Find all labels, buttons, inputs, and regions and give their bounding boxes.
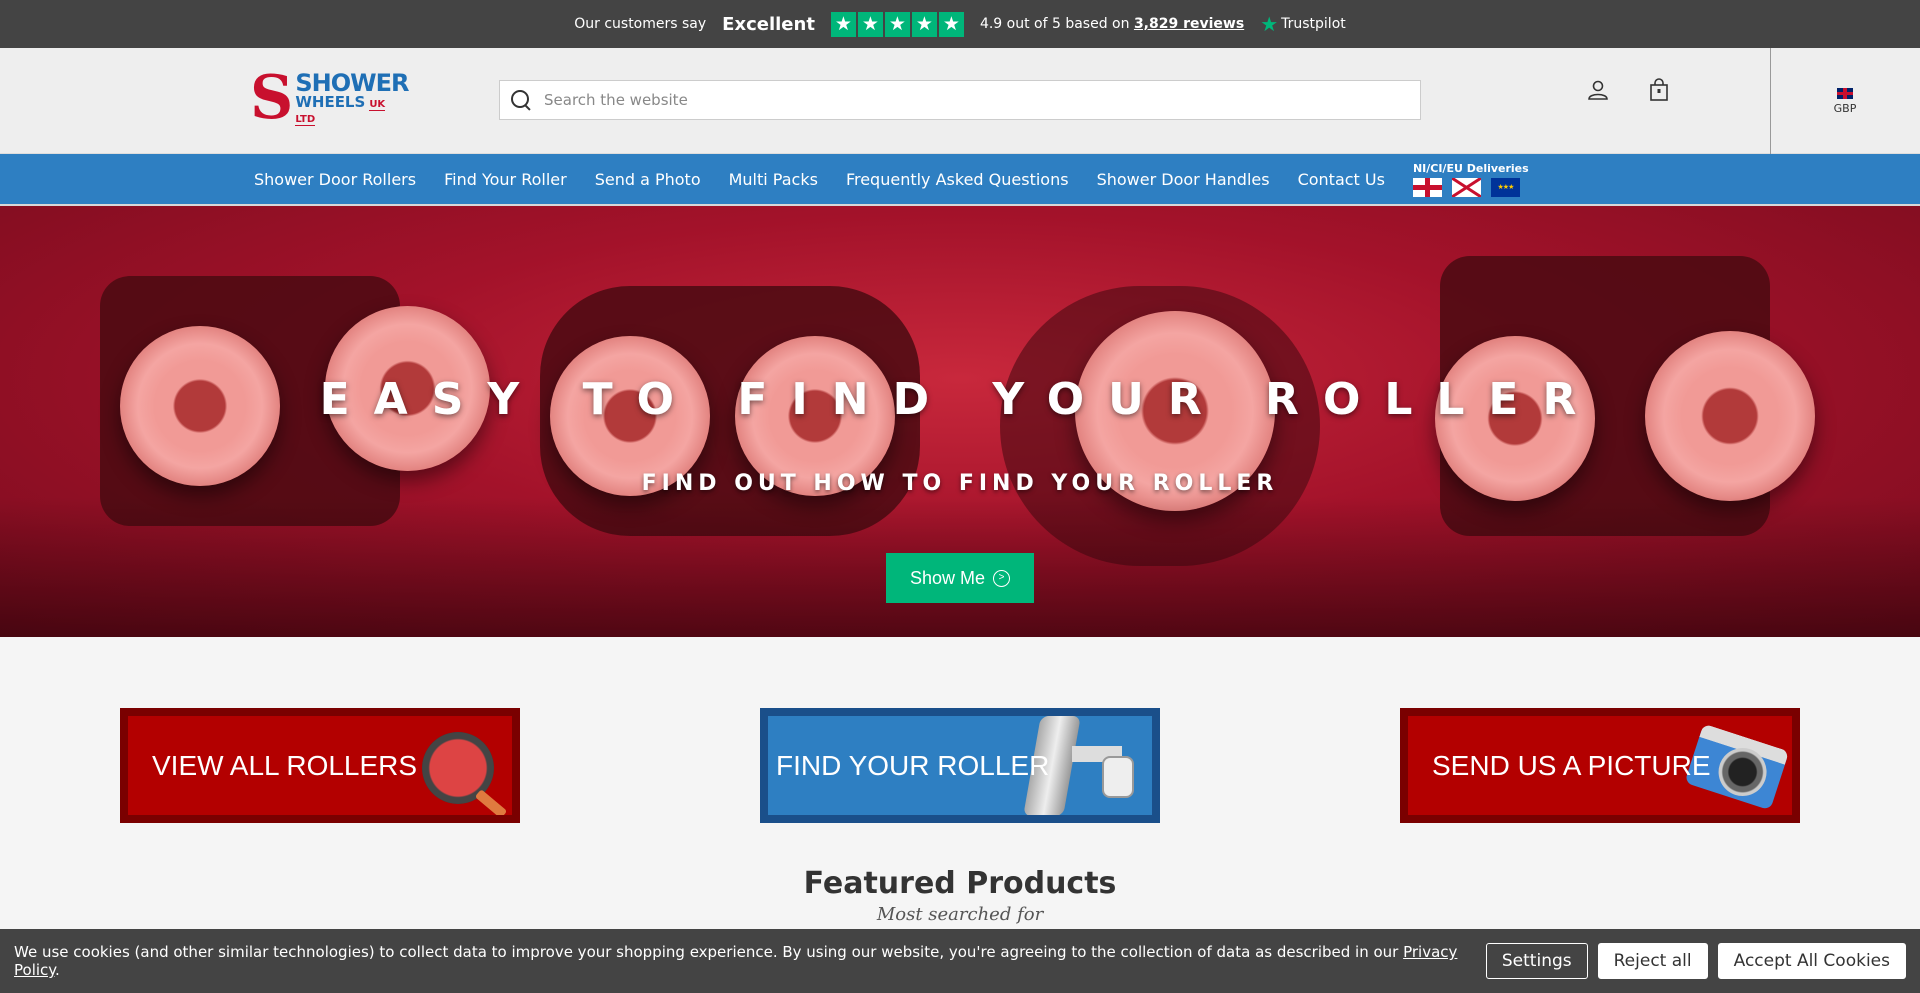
nav-item-contact-us[interactable]: Contact Us	[1298, 170, 1385, 189]
account-icon[interactable]	[1586, 78, 1610, 102]
logo-line2: WHEELS UK LTD	[295, 93, 408, 126]
logo-line2-text: WHEELS	[295, 93, 366, 111]
star-icon: ★	[911, 11, 937, 37]
delivery-flags: ★★★	[1412, 177, 1529, 197]
find-your-roller-banner[interactable]: FIND YOUR ROLLER	[760, 708, 1160, 823]
trustpilot-logo[interactable]: ★ Trustpilot	[1260, 12, 1346, 36]
cookie-buttons: Settings Reject all Accept All Cookies	[1485, 943, 1920, 979]
channel-islands-flag-icon[interactable]	[1451, 177, 1481, 197]
trustpilot-bar: Our customers say Excellent ★ ★ ★ ★ ★ 4.…	[0, 0, 1920, 48]
search-icon[interactable]	[510, 89, 532, 111]
site-header: S SHOWER WHEELSUK LTD GBP	[0, 48, 1920, 154]
trustpilot-rating-word: Excellent	[722, 13, 815, 35]
uk-flag-icon	[1837, 88, 1853, 99]
cookie-banner: We use cookies (and other similar techno…	[0, 929, 1920, 993]
main-nav: Shower Door Rollers Find Your Roller Sen…	[0, 154, 1920, 206]
trustpilot-say: Our customers say	[574, 16, 707, 32]
nav-item-send-a-photo[interactable]: Send a Photo	[595, 170, 701, 189]
star-icon: ★	[884, 11, 910, 37]
header-divider	[1770, 48, 1771, 154]
trustpilot-brand-text: Trustpilot	[1281, 16, 1346, 32]
nav-item-find-your-roller[interactable]: Find Your Roller	[444, 170, 567, 189]
arrow-right-circle-icon: >	[993, 569, 1011, 587]
view-all-rollers-banner[interactable]: VIEW ALL ROLLERS	[120, 708, 520, 823]
magnifier-icon	[422, 732, 494, 804]
shopping-bag-icon[interactable]	[1647, 78, 1671, 102]
cookie-settings-button[interactable]: Settings	[1485, 943, 1588, 979]
logo-text: SHOWER WHEELS UK LTD	[295, 69, 409, 126]
banner-label: SEND US A PICTURE	[1432, 749, 1711, 781]
star-icon: ★	[857, 11, 883, 37]
cookie-message: We use cookies (and other similar techno…	[14, 943, 1399, 961]
banner-label: VIEW ALL ROLLERS	[152, 749, 418, 781]
logo-s-mark: S	[250, 63, 294, 133]
trustpilot-stars: ★ ★ ★ ★ ★	[830, 11, 964, 37]
nav-item-shower-door-handles[interactable]: Shower Door Handles	[1097, 170, 1270, 189]
search-input[interactable]	[544, 91, 1394, 109]
logo-line1: SHOWER	[295, 69, 409, 97]
featured-products-heading: Featured Products	[803, 866, 1117, 901]
deliveries-menu[interactable]: NI/CI/EU Deliveries ★★★	[1412, 161, 1529, 197]
send-us-a-picture-banner[interactable]: SEND US A PICTURE	[1400, 708, 1800, 823]
hero-subtitle: FIND OUT HOW TO FIND YOUR ROLLER	[641, 471, 1279, 496]
search-bar[interactable]	[499, 80, 1421, 120]
show-me-button[interactable]: Show Me >	[886, 553, 1034, 603]
shower-wheels-logo[interactable]: S SHOWER WHEELS UK LTD	[250, 63, 409, 133]
nav-item-faq[interactable]: Frequently Asked Questions	[846, 170, 1069, 189]
deliveries-label: NI/CI/EU Deliveries	[1412, 161, 1529, 175]
trustpilot-reviews-link[interactable]: 3,829 reviews	[1134, 16, 1244, 32]
show-me-label: Show Me	[909, 567, 986, 588]
cookie-reject-button[interactable]: Reject all	[1597, 943, 1708, 979]
hero-title: EASY TO FIND YOUR ROLLER	[319, 374, 1601, 425]
hero-banner: EASY TO FIND YOUR ROLLER FIND OUT HOW TO…	[0, 206, 1920, 637]
trustpilot-star-icon: ★	[1260, 12, 1279, 36]
trustpilot-score: 4.9 out of 5 based on 3,829 reviews	[980, 16, 1244, 32]
cookie-accept-button[interactable]: Accept All Cookies	[1717, 943, 1906, 979]
banner-label: FIND YOUR ROLLER	[776, 749, 1050, 781]
northern-ireland-flag-icon[interactable]	[1412, 177, 1442, 197]
currency-label: GBP	[1833, 102, 1857, 115]
cookie-text: We use cookies (and other similar techno…	[14, 943, 1458, 979]
star-icon: ★	[830, 11, 856, 37]
trustpilot-score-text: 4.9 out of 5 based on	[979, 16, 1130, 32]
featured-products-subheading: Most searched for	[876, 904, 1044, 925]
nav-item-shower-door-rollers[interactable]: Shower Door Rollers	[254, 170, 416, 189]
star-icon: ★	[938, 11, 964, 37]
eu-flag-icon[interactable]: ★★★	[1490, 177, 1520, 197]
nav-item-multi-packs[interactable]: Multi Packs	[729, 170, 818, 189]
currency-selector[interactable]: GBP	[1812, 88, 1878, 115]
